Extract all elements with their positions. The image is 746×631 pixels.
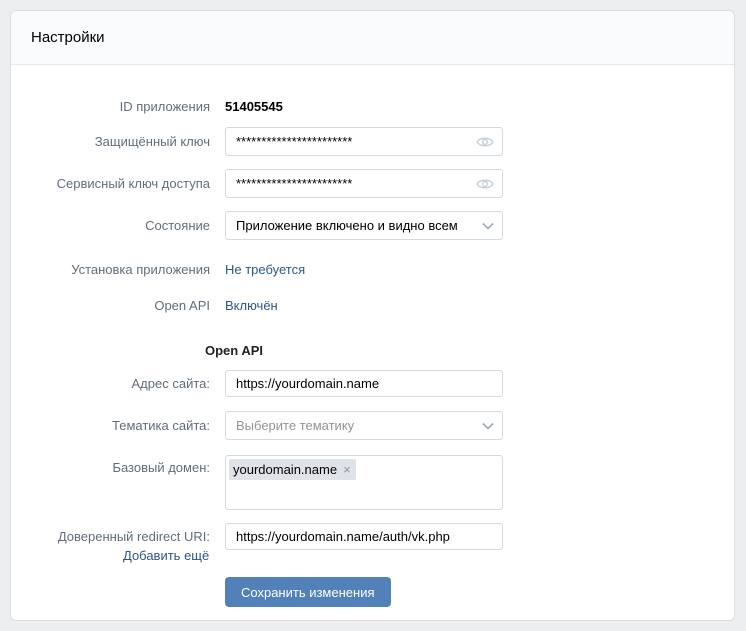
openapi-status-row: Open API Включён bbox=[11, 294, 734, 316]
redirect-uri-row: Доверенный redirect URI: https://yourdom… bbox=[11, 523, 734, 550]
app-id-value: 51405545 bbox=[225, 98, 283, 114]
eye-icon[interactable] bbox=[476, 178, 494, 190]
site-topic-label: Тематика сайта: bbox=[112, 418, 210, 433]
site-address-label: Адрес сайта: bbox=[131, 376, 210, 391]
add-more-link[interactable]: Добавить ещё bbox=[123, 548, 209, 563]
app-id-label: ID приложения bbox=[119, 98, 210, 114]
site-address-input[interactable]: https://yourdomain.name bbox=[225, 370, 503, 397]
service-key-field[interactable]: *********************** bbox=[225, 169, 503, 198]
install-label: Установка приложения bbox=[71, 261, 210, 277]
service-key-label: Сервисный ключ доступа bbox=[56, 176, 210, 191]
eye-icon[interactable] bbox=[476, 136, 494, 148]
service-key-row: Сервисный ключ доступа *****************… bbox=[11, 169, 734, 198]
chevron-down-icon bbox=[482, 222, 494, 230]
openapi-section-heading: Open API bbox=[205, 343, 264, 358]
site-address-row: Адрес сайта: https://yourdomain.name bbox=[11, 370, 734, 397]
base-domain-label: Базовый домен: bbox=[112, 460, 210, 475]
secret-key-row: Защищённый ключ *********************** bbox=[11, 127, 734, 156]
install-row: Установка приложения Не требуется bbox=[11, 258, 734, 280]
domain-token-label: yourdomain.name bbox=[233, 462, 338, 477]
state-select[interactable]: Приложение включено и видно всем bbox=[225, 211, 503, 240]
remove-token-icon[interactable]: × bbox=[343, 462, 351, 477]
openapi-status-label: Open API bbox=[154, 297, 210, 313]
service-key-value: *********************** bbox=[236, 176, 353, 191]
domain-token: yourdomain.name × bbox=[229, 459, 356, 480]
state-select-value: Приложение включено и видно всем bbox=[236, 218, 458, 233]
app-id-row: ID приложения 51405545 bbox=[11, 95, 734, 117]
redirect-uri-label: Доверенный redirect URI: bbox=[57, 529, 210, 544]
panel-header: Настройки bbox=[11, 11, 734, 65]
install-link[interactable]: Не требуется bbox=[225, 262, 305, 277]
chevron-down-icon bbox=[482, 422, 494, 430]
secret-key-field[interactable]: *********************** bbox=[225, 127, 503, 156]
page-title: Настройки bbox=[31, 29, 105, 46]
secret-key-label: Защищённый ключ bbox=[94, 134, 210, 149]
site-address-value: https://yourdomain.name bbox=[236, 376, 380, 391]
redirect-uri-input[interactable]: https://yourdomain.name/auth/vk.php bbox=[225, 523, 503, 550]
base-domain-input[interactable]: yourdomain.name × bbox=[225, 455, 503, 510]
redirect-uri-value: https://yourdomain.name/auth/vk.php bbox=[236, 529, 450, 544]
settings-panel: Настройки ID приложения 51405545 Защищён… bbox=[10, 10, 735, 621]
save-changes-button[interactable]: Сохранить изменения bbox=[225, 577, 391, 607]
openapi-status-link[interactable]: Включён bbox=[225, 298, 278, 313]
state-label: Состояние bbox=[145, 218, 210, 233]
site-topic-select[interactable]: Выберите тематику bbox=[225, 411, 503, 440]
state-row: Состояние Приложение включено и видно вс… bbox=[11, 211, 734, 240]
site-topic-placeholder: Выберите тематику bbox=[236, 418, 355, 433]
site-topic-row: Тематика сайта: Выберите тематику bbox=[11, 411, 734, 440]
secret-key-value: *********************** bbox=[236, 134, 353, 149]
